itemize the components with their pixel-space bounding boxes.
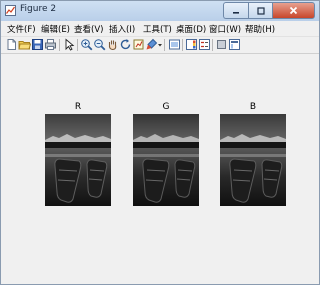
maximize-icon (256, 6, 265, 15)
link-plot-icon[interactable] (168, 38, 181, 51)
pan-hand-icon[interactable] (106, 38, 119, 51)
zoom-in-icon[interactable] (80, 38, 93, 51)
menu-view[interactable]: 查看(V) (74, 23, 103, 35)
menu-tools[interactable]: 工具(T) (143, 23, 172, 35)
menu-bar: 文件(F) 编辑(E) 查看(V) 插入(I) 工具(T) 桌面(D) 窗口(W… (1, 21, 319, 37)
hide-plot-tools-icon[interactable] (215, 38, 228, 51)
toolbar-separator (59, 39, 60, 51)
data-cursor-icon[interactable] (132, 38, 145, 51)
brush-dropdown-icon[interactable] (157, 38, 163, 51)
subplot-image-b[interactable] (220, 114, 286, 206)
figure-window: Figure 2 文件(F) 编辑(E) 查看(V) 插入(I) 工具(T) 桌… (0, 0, 320, 285)
grayscale-boat-image (220, 114, 286, 206)
subplot-title-r: R (74, 102, 82, 112)
insert-legend-icon[interactable] (198, 38, 211, 51)
subplot-title-g: G (162, 102, 170, 112)
menu-edit[interactable]: 编辑(E) (41, 23, 70, 35)
show-plot-tools-icon[interactable] (228, 38, 241, 51)
figure-toolbar (1, 37, 319, 54)
insert-colorbar-icon[interactable] (185, 38, 198, 51)
menu-desktop[interactable]: 桌面(D) (176, 23, 206, 35)
toolbar-separator (77, 39, 78, 51)
minimize-icon (233, 11, 239, 14)
minimize-button[interactable] (223, 2, 248, 19)
maximize-button[interactable] (248, 2, 272, 19)
subplot-title-b: B (249, 102, 257, 112)
toolbar-separator (182, 39, 183, 51)
window-title: Figure 2 (20, 4, 57, 14)
menu-help[interactable]: 帮助(H) (245, 23, 275, 35)
figure-canvas[interactable]: R G B (1, 54, 319, 284)
menu-insert[interactable]: 插入(I) (109, 23, 135, 35)
menu-file[interactable]: 文件(F) (7, 23, 36, 35)
menu-window[interactable]: 窗口(W) (209, 23, 241, 35)
new-figure-icon[interactable] (5, 38, 18, 51)
print-icon[interactable] (44, 38, 57, 51)
close-button[interactable] (272, 2, 315, 19)
subplot-image-g[interactable] (133, 114, 199, 206)
title-bar[interactable]: Figure 2 (1, 1, 319, 22)
save-icon[interactable] (31, 38, 44, 51)
grayscale-boat-image (45, 114, 111, 206)
toolbar-separator (212, 39, 213, 51)
subplot-image-r[interactable] (45, 114, 111, 206)
edit-plot-arrow-icon[interactable] (63, 38, 76, 51)
close-icon (289, 6, 298, 15)
toolbar-separator (164, 39, 165, 51)
rotate-3d-icon[interactable] (119, 38, 132, 51)
open-file-icon[interactable] (18, 38, 31, 51)
zoom-out-icon[interactable] (93, 38, 106, 51)
matlab-figure-icon (5, 5, 16, 16)
grayscale-boat-image (133, 114, 199, 206)
